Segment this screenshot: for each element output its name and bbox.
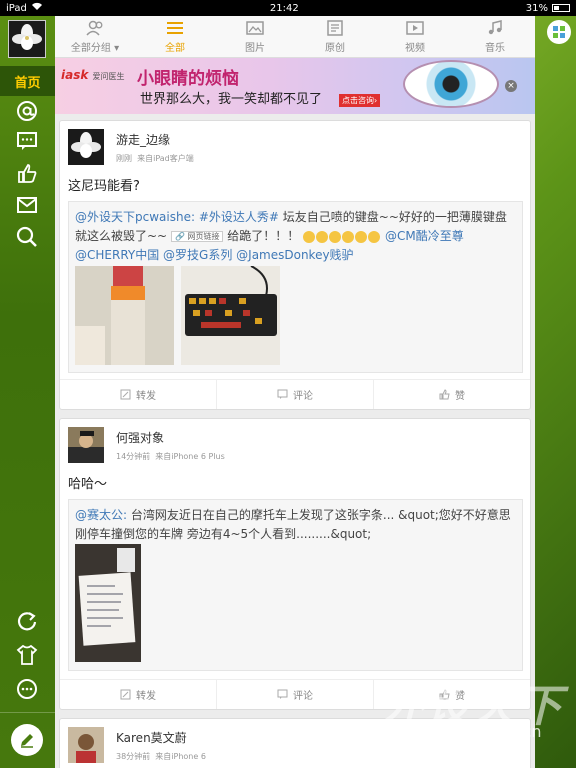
post-text: 哈哈～ [68,477,108,492]
emoji-icon [355,230,368,243]
refresh-icon[interactable] [14,608,40,634]
ad-cta-button[interactable]: 点击咨询› [339,94,381,107]
ad-headline: 小眼睛的烦恼 [137,69,239,89]
avatar[interactable] [68,427,104,463]
emoji-icon [342,230,355,243]
main-feed: 全部分组 ▾ 全部 图片 原创 视频 音乐 iask 爱问医生 小眼睛的烦恼 世… [55,16,535,768]
comment-button[interactable]: 评论 [217,680,374,709]
sidebar: 首页 [0,16,55,768]
tab-original[interactable]: 原创 [295,16,375,58]
tshirt-icon[interactable] [14,642,40,668]
comment-button[interactable]: 评论 [217,380,374,409]
sidebar-divider [0,712,55,713]
avatar[interactable] [68,727,104,763]
grid-icon [553,26,565,38]
eye-image [403,60,499,108]
tab-label: 音乐 [485,43,505,54]
emoji-icon [303,230,316,243]
ad-subline: 世界那么大，我一笑却都不见了 [140,92,323,107]
post-image-note[interactable] [75,544,141,662]
wifi-icon [31,2,43,14]
list-icon [167,22,183,34]
tab-music[interactable]: 音乐 [455,16,535,58]
emoji-icon [368,230,381,243]
mail-icon[interactable] [14,192,40,218]
image-icon [246,21,264,35]
compose-button[interactable] [11,724,43,756]
emoji-icon [329,230,342,243]
tab-all[interactable]: 全部 [135,16,215,58]
repost-icon [120,389,131,400]
tab-label: 图片 [245,43,265,54]
group-icon [86,20,103,36]
like-button[interactable]: 赞 [374,380,530,409]
post-meta: 14分钟前 来自iPhone 6 Plus [116,452,225,461]
ad-close-icon[interactable]: × [505,80,517,92]
tab-all-groups[interactable]: 全部分组 ▾ [55,16,135,58]
emoji-icon [316,230,329,243]
search-icon[interactable] [14,224,40,250]
quote-text: @外设天下pcwaishe: #外设达人秀# 坛友自己喷的键盘~~好好的一把薄膜… [75,210,507,262]
repost-button[interactable]: 转发 [60,680,217,709]
battery-icon [552,4,570,12]
ad-banner[interactable]: iask 爱问医生 小眼睛的烦恼 世界那么大，我一笑却都不见了 点击咨询› × [55,58,535,114]
post-author[interactable]: 何强对象 [116,429,164,446]
message-icon[interactable] [14,128,40,154]
tab-label: 全部 [165,43,185,54]
web-link-chip[interactable]: 🔗 网页链接 [170,231,224,242]
avatar[interactable] [68,129,104,165]
repost-icon [120,689,131,700]
post-image-spray-can[interactable] [75,266,174,365]
comment-icon [277,689,288,699]
thumbs-up-icon [439,389,450,400]
post-meta: 刚刚 来自iPad客户端 [116,154,194,163]
music-icon [488,20,502,35]
document-icon [327,20,343,36]
flower-avatar-image [9,21,45,57]
clock: 21:42 [269,2,299,14]
post-actions: 转发 评论 赞 [60,379,530,409]
tab-video[interactable]: 视频 [375,16,455,58]
app-grid-button[interactable] [547,20,571,44]
watermark-url: www.pcwaishe.cn [400,722,542,741]
post-author[interactable]: Karen莫文蔚 [116,729,187,746]
reposted-quote[interactable]: @外设天下pcwaishe: #外设达人秀# 坛友自己喷的键盘~~好好的一把薄膜… [68,201,523,373]
status-bar: iPad 21:42 31% [0,0,576,16]
ad-logo: iask 爱问医生 [61,68,125,82]
video-icon [406,21,424,35]
like-icon[interactable] [14,160,40,186]
repost-button[interactable]: 转发 [60,380,217,409]
post-author[interactable]: 游走_边缘 [116,131,170,148]
reposted-quote[interactable]: @赛太公: 台湾网友近日在自己的摩托车上发现了这张字条... &quot;您好不… [68,499,523,671]
device-name: iPad [6,2,27,14]
post-text: 这尼玛能看? [68,179,140,194]
compose-icon [21,734,33,748]
post-card: 何强对象 14分钟前 来自iPhone 6 Plus 哈哈～ @赛太公: 台湾网… [59,418,531,710]
at-icon[interactable] [14,98,40,124]
post-card: 游走_边缘 刚刚 来自iPad客户端 这尼玛能看? @外设天下pcwaishe:… [59,120,531,410]
tab-label: 视频 [405,43,425,54]
post-meta: 38分钟前 来自iPhone 6 [116,752,206,761]
filter-tabs: 全部分组 ▾ 全部 图片 原创 视频 音乐 [55,16,535,58]
more-icon[interactable] [14,676,40,702]
post-image-keyboard[interactable] [181,266,280,365]
tab-label: 原创 [325,43,345,54]
sidebar-home[interactable]: 首页 [0,66,55,96]
tab-images[interactable]: 图片 [215,16,295,58]
quote-text: @赛太公: 台湾网友近日在自己的摩托车上发现了这张字条... &quot;您好不… [75,508,511,541]
comment-icon [277,389,288,399]
battery-percent: 31% [525,2,548,14]
tab-label: 全部分组 ▾ [70,43,120,54]
user-avatar[interactable] [8,20,46,58]
